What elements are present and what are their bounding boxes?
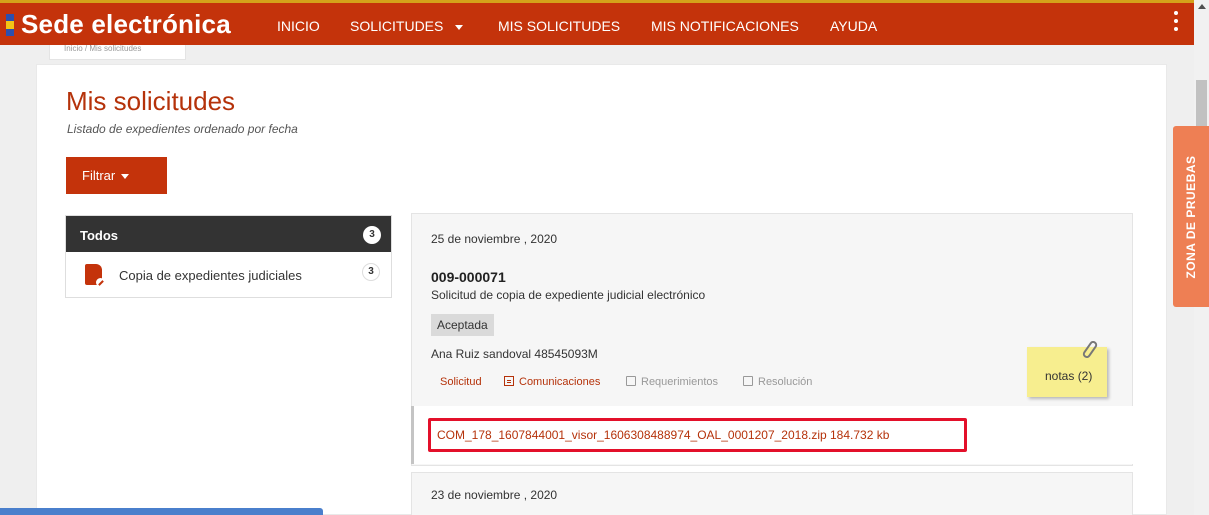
top-accent-line bbox=[0, 0, 1194, 3]
request-applicant: Ana Ruiz sandoval 48545093M bbox=[431, 347, 598, 361]
flag-logo-icon bbox=[6, 14, 14, 36]
top-navbar: Sede electrónica INICIO SOLICITUDES MIS … bbox=[0, 0, 1194, 45]
nav-solicitudes-label: SOLICITUDES bbox=[350, 18, 444, 34]
browser-status-bar bbox=[0, 508, 323, 515]
chevron-down-icon bbox=[121, 174, 130, 180]
nav-ayuda[interactable]: AYUDA bbox=[830, 18, 877, 34]
request-date: 25 de noviembre , 2020 bbox=[431, 232, 558, 246]
page-subtitle: Listado de expedientes ordenado por fech… bbox=[67, 122, 298, 136]
tab-requerimientos-label: Requerimientos bbox=[641, 376, 719, 388]
folder-icon bbox=[626, 376, 636, 386]
category-filter-list: Todos 3 Copia de expedientes judiciales … bbox=[65, 215, 392, 298]
filter-item-copia-expedientes[interactable]: Copia de expedientes judiciales 3 bbox=[66, 252, 391, 298]
filter-all[interactable]: Todos 3 bbox=[66, 216, 391, 252]
test-zone-tab[interactable]: ZONA DE PRUEBAS bbox=[1173, 126, 1209, 307]
tab-comunicaciones[interactable]: Comunicaciones bbox=[504, 376, 600, 388]
tab-resolucion-label: Resolución bbox=[758, 376, 813, 388]
nav-inicio[interactable]: INICIO bbox=[277, 18, 320, 34]
chevron-down-icon bbox=[455, 24, 464, 30]
attachment-link[interactable]: COM_178_1607844001_visor_1606308488974_O… bbox=[437, 428, 889, 442]
request-description: Solicitud de copia de expediente judicia… bbox=[431, 288, 706, 302]
folder-icon bbox=[743, 376, 753, 386]
document-icon bbox=[504, 376, 514, 386]
tab-comunicaciones-label: Comunicaciones bbox=[519, 376, 601, 388]
request-date: 23 de noviembre , 2020 bbox=[431, 488, 558, 502]
nav-solicitudes[interactable]: SOLICITUDES bbox=[350, 18, 464, 34]
filter-button[interactable]: Filtrar bbox=[66, 157, 167, 194]
tab-solicitud[interactable]: Solicitud bbox=[440, 376, 482, 388]
filter-item-label: Copia de expedientes judiciales bbox=[119, 268, 302, 283]
document-edit-icon bbox=[85, 264, 105, 287]
more-menu-icon[interactable] bbox=[1170, 11, 1182, 35]
scroll-up-icon[interactable] bbox=[1198, 4, 1206, 9]
count-badge: 3 bbox=[362, 263, 380, 281]
nav-mis-solicitudes[interactable]: MIS SOLICITUDES bbox=[498, 18, 620, 34]
breadcrumb: Inicio / Mis solicitudes bbox=[49, 45, 186, 60]
nav-mis-notificaciones[interactable]: MIS NOTIFICACIONES bbox=[651, 18, 799, 34]
notes-sticky[interactable]: notas (2) bbox=[1027, 347, 1107, 397]
request-id: 009-000071 bbox=[431, 269, 506, 285]
status-badge: Aceptada bbox=[431, 314, 494, 336]
page-title: Mis solicitudes bbox=[66, 86, 236, 116]
test-zone-label: ZONA DE PRUEBAS bbox=[1184, 154, 1198, 279]
filter-button-label: Filtrar bbox=[82, 168, 116, 183]
filter-all-label: Todos bbox=[80, 228, 119, 243]
tab-requerimientos[interactable]: Requerimientos bbox=[626, 376, 718, 388]
notes-label: notas (2) bbox=[1045, 369, 1093, 383]
brand-title[interactable]: Sede electrónica bbox=[21, 9, 231, 40]
tab-resolucion[interactable]: Resolución bbox=[743, 376, 812, 388]
count-badge: 3 bbox=[363, 226, 381, 244]
